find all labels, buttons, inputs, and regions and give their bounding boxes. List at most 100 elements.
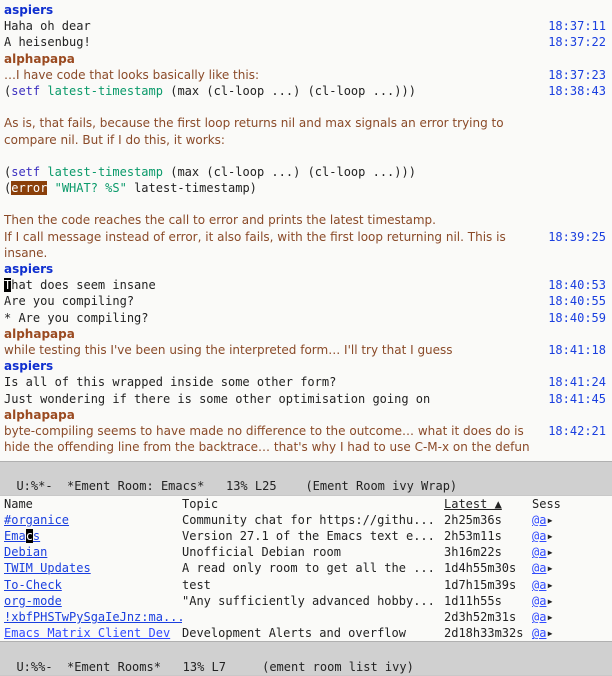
table-row[interactable]: TWIM UpdatesA read only room to get all … (4, 560, 608, 576)
symbol-latest: latest-timestamp (47, 84, 163, 98)
chat-line[interactable]: byte-compiling seems to have made no dif… (4, 423, 608, 439)
room-name[interactable]: Debian (4, 544, 182, 560)
chat-message: alphapapa (4, 407, 608, 423)
modeline-rooms[interactable]: U:%%- *Ement Rooms* 13% L7 (ement room l… (0, 641, 612, 675)
room-latest: 1d4h55m30s (444, 560, 532, 576)
table-row[interactable]: DebianUnofficial Debian room3h16m22s@a▸ (4, 544, 608, 560)
chat-line[interactable]: compare nil. But if I do this, it works: (4, 132, 608, 148)
modeline-text: U:%%- *Ement Rooms* 13% L7 (ement room l… (16, 660, 413, 674)
symbol-setf: setf (11, 84, 40, 98)
room-session: @a▸ (532, 625, 608, 641)
room-latest: 2h25m36s (444, 512, 532, 528)
blank-line (4, 148, 608, 164)
message-text: A heisenbug! (4, 35, 91, 49)
message-text: byte-compiling seems to have made no dif… (4, 424, 524, 438)
table-row[interactable]: #organiceCommunity chat for https://gith… (4, 512, 608, 528)
col-header-latest[interactable]: Latest ▲ (444, 496, 532, 512)
chat-line[interactable]: As is, that fails, because the first loo… (4, 115, 608, 131)
sender-nick: alphapapa (4, 52, 75, 66)
room-name[interactable]: !xbfPHSTwPySgaIeJnz:ma... (4, 609, 182, 625)
timestamp: 18:40:53 (548, 277, 606, 293)
room-name[interactable]: #organice (4, 512, 182, 528)
message-text: Are you compiling? (4, 294, 134, 308)
blank-line (4, 99, 608, 115)
chat-message: aspiers (4, 2, 608, 18)
rooms-header: Name Topic Latest ▲ Sess (4, 496, 608, 512)
timestamp: 18:40:55 (548, 293, 606, 309)
table-row[interactable]: EmacsVersion 27.1 of the Emacs text e...… (4, 528, 608, 544)
chat-line[interactable]: …I have code that looks basically like t… (4, 67, 608, 83)
chat-line[interactable]: insane. (4, 245, 608, 261)
symbol-setf: setf (11, 165, 40, 179)
room-name[interactable]: Emacs (4, 528, 182, 544)
col-header-sess[interactable]: Sess (532, 496, 608, 512)
string-literal: "WHAT? %S" (55, 181, 127, 195)
timestamp: 18:41:24 (548, 374, 606, 390)
chat-line[interactable]: Are you compiling? 18:40:55 (4, 293, 608, 309)
chat-line[interactable]: Then the code reaches the call to error … (4, 212, 608, 228)
col-header-name[interactable]: Name (4, 496, 182, 512)
room-latest: 3h16m22s (444, 544, 532, 560)
modeline-chat[interactable]: U:%*- *Ement Room: Emacs* 13% L25 (Ement… (0, 461, 612, 495)
table-row[interactable]: To-Checktest1d7h15m39s@a▸ (4, 577, 608, 593)
message-text: If I call message instead of error, it a… (4, 230, 506, 244)
chat-line[interactable]: * Are you compiling? 18:40:59 (4, 310, 608, 326)
room-topic: Version 27.1 of the Emacs text e... (182, 528, 444, 544)
symbol-cl-loop: cl-loop (315, 84, 366, 98)
chat-line[interactable]: Just wondering if there is some other op… (4, 391, 608, 407)
chat-line[interactable]: A heisenbug! 18:37:22 (4, 34, 608, 50)
table-row[interactable]: Emacs Matrix Client DevDevelopment Alert… (4, 625, 608, 641)
symbol-max: max (177, 84, 199, 98)
room-name[interactable]: To-Check (4, 577, 182, 593)
symbol-cl-loop: cl-loop (214, 84, 265, 98)
sender-nick: aspiers (4, 3, 53, 17)
room-topic: test (182, 577, 444, 593)
symbol-latest: latest-timestamp (47, 165, 163, 179)
blank-line (4, 196, 608, 212)
message-text: while testing this I've been using the i… (4, 343, 453, 357)
room-latest: 1d11h55s (444, 593, 532, 609)
timestamp: 18:37:22 (548, 34, 606, 50)
room-name[interactable]: Emacs Matrix Client Dev (4, 625, 182, 641)
room-topic: Development Alerts and overflow (182, 625, 444, 641)
rooms-pane: Name Topic Latest ▲ Sess #organiceCommun… (0, 496, 612, 642)
timestamp: 18:41:18 (548, 342, 606, 358)
chat-line[interactable]: Haha oh dear 18:37:11 (4, 18, 608, 34)
chat-line[interactable]: That does seem insane 18:40:53 (4, 277, 608, 293)
chat-line[interactable]: hide the offending line from the backtra… (4, 439, 608, 455)
message-text: * Are you compiling? (4, 311, 149, 325)
chat-line[interactable]: while testing this I've been using the i… (4, 342, 608, 358)
room-topic: Community chat for https://githu... (182, 512, 444, 528)
room-session: @a▸ (532, 609, 608, 625)
message-text: hide the offending line from the backtra… (4, 440, 530, 454)
code-line[interactable]: (error "WHAT? %S" latest-timestamp) (4, 180, 608, 196)
timestamp: 18:38:43 (548, 83, 606, 99)
code-line[interactable]: (setf latest-timestamp (max (cl-loop ...… (4, 164, 608, 180)
room-name[interactable]: org-mode (4, 593, 182, 609)
room-latest: 1d7h15m39s (444, 577, 532, 593)
col-header-topic[interactable]: Topic (182, 496, 444, 512)
chat-message: alphapapa (4, 51, 608, 67)
room-topic: "Any sufficiently advanced hobby... (182, 593, 444, 609)
room-session: @a▸ (532, 544, 608, 560)
timestamp: 18:37:23 (548, 67, 606, 83)
chat-line[interactable]: Is all of this wrapped inside some other… (4, 374, 608, 390)
room-name[interactable]: TWIM Updates (4, 560, 182, 576)
sender-nick: aspiers (4, 359, 53, 373)
chat-pane: aspiers Haha oh dear 18:37:11 A heisenbu… (0, 0, 612, 461)
modeline-text: U:%*- *Ement Room: Emacs* 13% L25 (Ement… (16, 479, 457, 493)
ellipsis: ... (271, 84, 293, 98)
ellipsis: ... (373, 165, 395, 179)
timestamp: 18:42:21 (548, 423, 606, 439)
chat-line[interactable]: If I call message instead of error, it a… (4, 229, 608, 245)
room-session: @a▸ (532, 560, 608, 576)
table-row[interactable]: org-mode"Any sufficiently advanced hobby… (4, 593, 608, 609)
room-topic: A read only room to get all the ... (182, 560, 444, 576)
message-text: Haha oh dear (4, 19, 91, 33)
code-line[interactable]: (setf latest-timestamp (max (cl-loop ...… (4, 83, 608, 99)
timestamp: 18:41:45 (548, 391, 606, 407)
symbol-max: max (177, 165, 199, 179)
ellipsis: ... (373, 84, 395, 98)
message-text: Just wondering if there is some other op… (4, 392, 430, 406)
table-row[interactable]: !xbfPHSTwPySgaIeJnz:ma...2d3h52m31s@a▸ (4, 609, 608, 625)
